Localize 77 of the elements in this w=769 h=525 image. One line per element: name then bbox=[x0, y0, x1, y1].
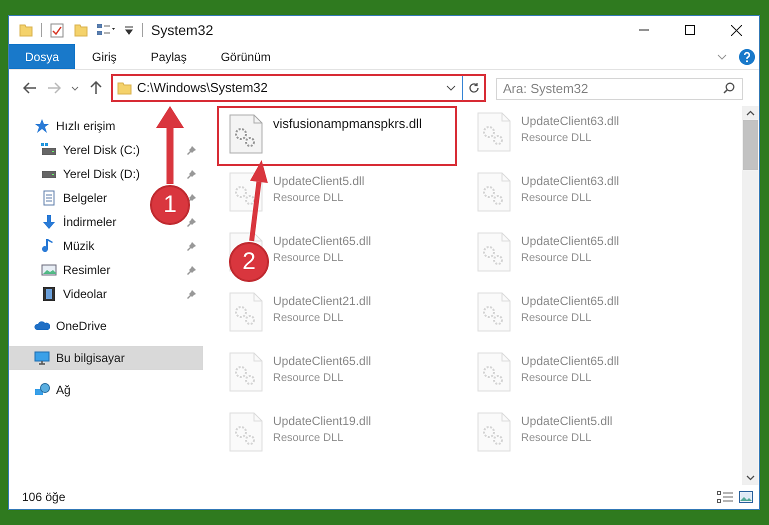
nav-item[interactable]: Yerel Disk (D:) bbox=[63, 165, 140, 183]
nav-item[interactable]: Videolar bbox=[63, 285, 107, 303]
nav-label: Bu bilgisayar bbox=[56, 350, 125, 367]
gear-file-icon bbox=[477, 412, 511, 452]
drive-icon bbox=[41, 142, 57, 158]
nav-item[interactable]: Resimler bbox=[63, 261, 110, 279]
file-type: Resource DLL bbox=[521, 131, 592, 146]
gear-file-icon bbox=[229, 352, 263, 392]
view-menu-icon[interactable] bbox=[96, 23, 118, 37]
highlighted-file-tile[interactable]: visfusionampmanspkrs.dll bbox=[219, 108, 455, 164]
file-type: Resource DLL bbox=[521, 371, 592, 386]
file-type: Resource DLL bbox=[521, 191, 592, 206]
chevron-down-icon[interactable] bbox=[446, 85, 456, 91]
nav-item[interactable]: Müzik bbox=[63, 237, 94, 255]
gear-file-icon bbox=[229, 172, 263, 212]
gear-file-icon bbox=[477, 172, 511, 212]
ribbon-tab[interactable]: Görünüm bbox=[204, 44, 288, 69]
refresh-icon bbox=[468, 82, 480, 94]
nav-item[interactable]: Bu bilgisayar bbox=[9, 346, 203, 370]
gear-file-icon bbox=[229, 292, 263, 332]
caret-icon bbox=[71, 86, 79, 90]
item-count: 106 öğe bbox=[22, 489, 66, 506]
file-type: Resource DLL bbox=[273, 251, 344, 266]
nav-item[interactable]: Hızlı erişim bbox=[56, 117, 116, 135]
pin-icon[interactable] bbox=[187, 289, 197, 299]
gear-file-icon bbox=[477, 352, 511, 392]
gear-file-icon bbox=[229, 114, 263, 154]
address-path: C:\Windows\System32 bbox=[137, 79, 268, 98]
pin-icon[interactable] bbox=[187, 265, 197, 275]
pin-icon[interactable] bbox=[187, 145, 197, 155]
gear-file-icon bbox=[229, 412, 263, 452]
picture-icon bbox=[41, 262, 57, 278]
file-type: Resource DLL bbox=[521, 251, 592, 266]
forward-arrow-icon bbox=[47, 82, 61, 94]
down-arrow-icon bbox=[41, 214, 57, 230]
gear-file-icon bbox=[477, 292, 511, 332]
file-type: Resource DLL bbox=[521, 431, 592, 446]
window-title: System32 bbox=[151, 20, 214, 40]
back-arrow-icon bbox=[23, 82, 37, 94]
folder-icon bbox=[117, 81, 132, 95]
star-icon bbox=[34, 118, 50, 134]
details-view-icon[interactable] bbox=[717, 491, 733, 503]
search-field[interactable]: Ara: System32 bbox=[496, 78, 743, 100]
search-icon[interactable] bbox=[723, 82, 735, 94]
file-name[interactable]: visfusionampmanspkrs.dll bbox=[273, 114, 422, 134]
properties-icon[interactable] bbox=[50, 22, 64, 38]
ribbon-tab[interactable]: Paylaş bbox=[134, 44, 204, 69]
document-icon bbox=[41, 190, 57, 206]
help-icon[interactable] bbox=[739, 48, 755, 64]
file-type: Resource DLL bbox=[273, 431, 344, 446]
customize-caret-icon[interactable] bbox=[124, 25, 134, 35]
nav-item[interactable]: Yerel Disk (C:) bbox=[63, 141, 140, 159]
nav-item[interactable]: Belgeler bbox=[63, 189, 108, 207]
ribbon-tab[interactable]: Dosya bbox=[9, 44, 76, 69]
pin-icon[interactable] bbox=[187, 169, 197, 179]
ribbon-tab[interactable]: Giriş bbox=[75, 44, 134, 69]
network-icon bbox=[34, 382, 50, 398]
address-bar[interactable]: C:\Windows\System32 bbox=[111, 74, 486, 102]
scrollbar[interactable] bbox=[742, 106, 759, 485]
nav-item[interactable]: İndirmeler bbox=[63, 213, 116, 231]
scrollbar-thumb[interactable] bbox=[743, 120, 758, 170]
pin-icon[interactable] bbox=[187, 217, 197, 227]
file-type: Resource DLL bbox=[273, 371, 344, 386]
gear-file-icon bbox=[477, 112, 511, 152]
gear-file-icon bbox=[477, 232, 511, 272]
close-icon bbox=[730, 24, 742, 36]
nav-item[interactable]: Ağ bbox=[56, 381, 71, 399]
file-type: Resource DLL bbox=[521, 311, 592, 326]
file-type: Resource DLL bbox=[273, 311, 344, 326]
computer-icon bbox=[34, 350, 50, 366]
large-icons-view-icon[interactable] bbox=[739, 491, 753, 503]
film-icon bbox=[41, 286, 57, 302]
file-type: Resource DLL bbox=[273, 191, 344, 206]
pin-icon[interactable] bbox=[187, 241, 197, 251]
nav-item[interactable]: OneDrive bbox=[56, 317, 107, 335]
up-arrow-icon bbox=[90, 81, 102, 95]
maximize-icon bbox=[685, 25, 695, 35]
